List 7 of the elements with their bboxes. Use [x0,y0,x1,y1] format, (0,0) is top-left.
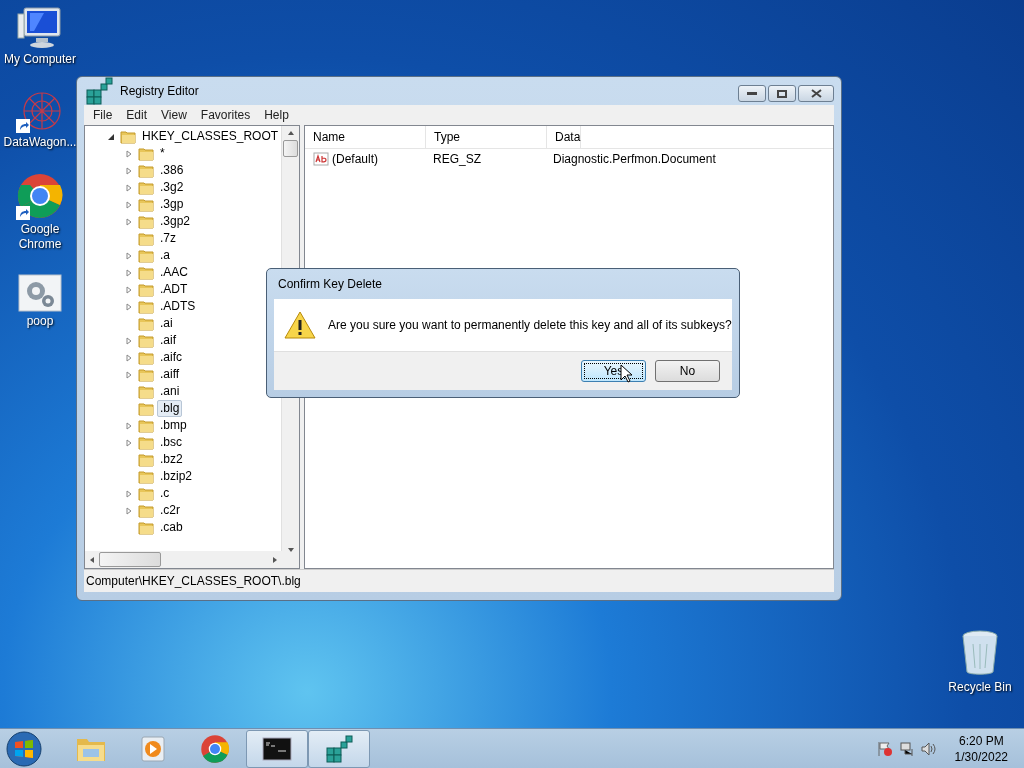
dialog-title: Confirm Key Delete [278,277,383,291]
table-cell: (Default) [332,152,378,166]
table-cell: Diagnostic.Perfmon.Document [553,152,716,166]
dialog-message: Are you sure you want to permanently delete this key and all of its subkeys? [328,318,732,332]
status-bar-text: Computer\HKEY_CLASSES_ROOT\.blg [86,574,301,588]
table-cell: REG_SZ [433,152,481,166]
window-title: Registry Editor [120,84,199,98]
